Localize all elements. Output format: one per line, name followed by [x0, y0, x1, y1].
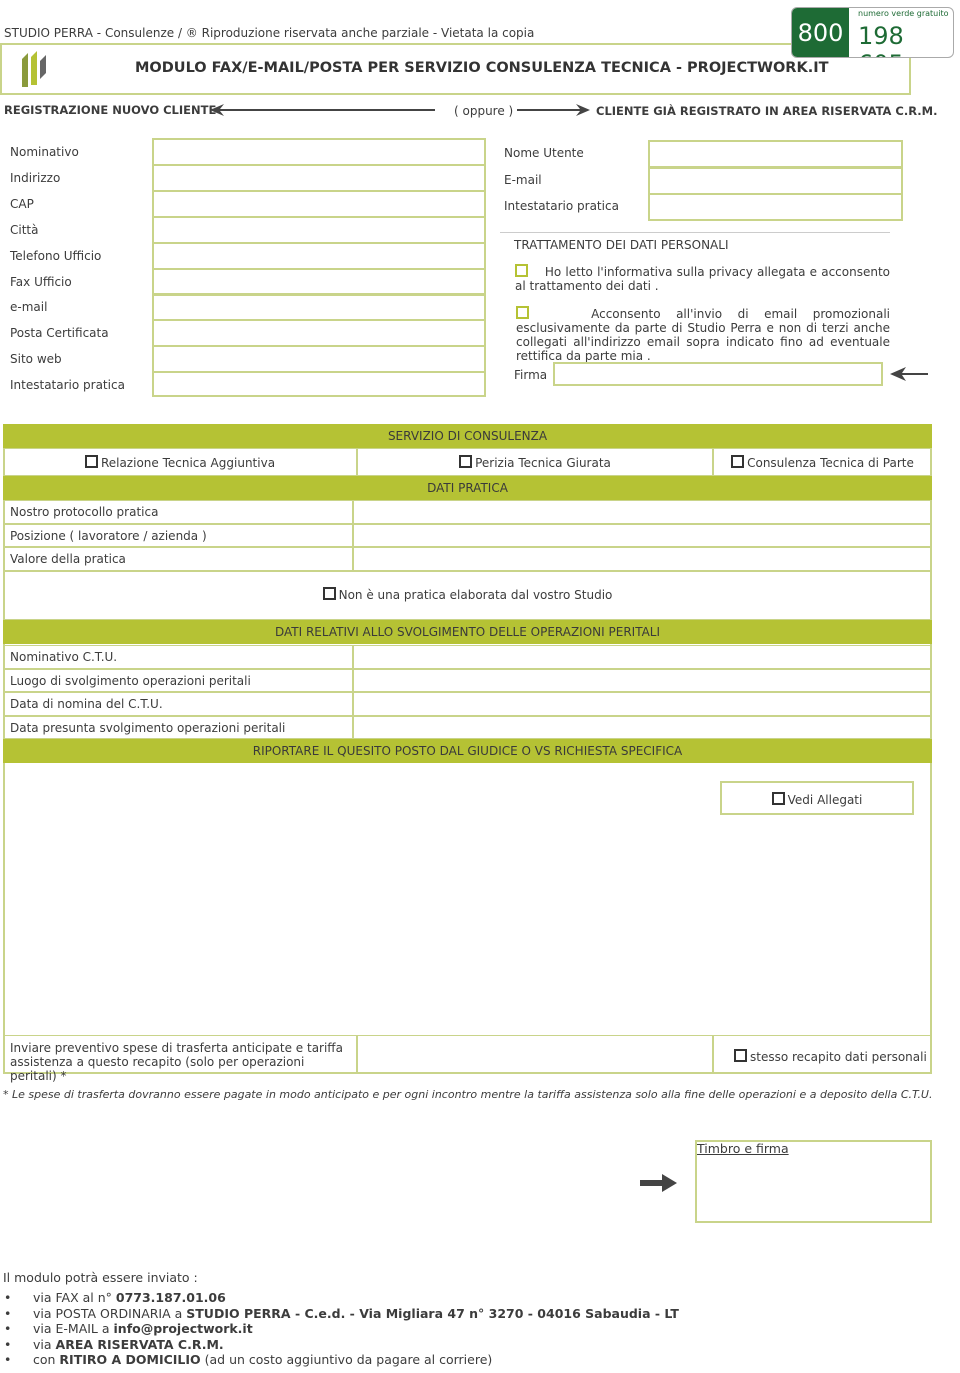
field-label: Indirizzo	[10, 170, 61, 185]
field-input[interactable]	[648, 193, 903, 221]
header-notice: STUDIO PERRA - Consulenze / ® Riproduzio…	[4, 26, 535, 40]
new-client-heading: REGISTRAZIONE NUOVO CLIENTE	[4, 103, 217, 117]
field-input[interactable]	[152, 215, 486, 244]
service-header: SERVIZIO DI CONSULENZA	[3, 424, 932, 448]
field-label: E-mail	[504, 172, 542, 187]
privacy-consent-text: Ho letto l'informativa sulla privacy all…	[515, 265, 891, 293]
phone-prefix: 800	[792, 8, 849, 57]
signature-field[interactable]	[553, 362, 883, 386]
field-label: Città	[10, 222, 39, 237]
field-label: Intestatario pratica	[10, 378, 125, 393]
practice-header: DATI PRATICA	[3, 476, 932, 500]
divider	[500, 232, 890, 233]
row-input[interactable]	[353, 523, 932, 548]
row-input[interactable]	[353, 645, 932, 669]
stamp-label: Timbro e firma	[697, 1141, 789, 1156]
send-option: • via E-MAIL a info@projectwork.it	[4, 1321, 253, 1337]
field-label: Fax Ufficio	[10, 274, 72, 289]
field-input[interactable]	[152, 293, 486, 322]
checkbox[interactable]	[734, 1049, 747, 1062]
row-label: Valore della pratica	[3, 547, 353, 572]
not-ours-row: Non è una pratica elaborata dal vostro S…	[3, 571, 932, 620]
operations-header: DATI RELATIVI ALLO SVOLGIMENTO DELLE OPE…	[3, 620, 932, 644]
row-label: Data di nomina del C.T.U.	[3, 692, 353, 716]
stamp-field[interactable]: Timbro e firma	[695, 1140, 932, 1223]
toll-free-badge: 800 numero verde gratuito 198 605	[791, 7, 954, 58]
field-label: Sito web	[10, 352, 62, 367]
field-input[interactable]	[152, 345, 486, 374]
checkbox[interactable]	[731, 455, 745, 468]
row-input[interactable]	[353, 668, 932, 692]
field-input[interactable]	[152, 241, 486, 270]
attachments-option[interactable]: Vedi Allegati	[720, 781, 914, 815]
marketing-checkbox[interactable]	[516, 306, 529, 319]
service-option[interactable]: Perizia Tecnica Giurata	[357, 448, 713, 476]
row-input[interactable]	[353, 715, 932, 739]
marketing-consent-text: Acconsento all'invio di email promoziona…	[516, 307, 890, 363]
field-input[interactable]	[152, 267, 486, 296]
or-label: ( oppure )	[454, 104, 514, 118]
field-label: Nome Utente	[504, 146, 584, 160]
not-ours-checkbox[interactable]	[322, 587, 336, 600]
field-input[interactable]	[648, 140, 903, 168]
field-label: CAP	[10, 196, 34, 211]
send-option: • via POSTA ORDINARIA a STUDIO PERRA - C.…	[4, 1305, 679, 1321]
row-label: Nominativo C.T.U.	[3, 645, 353, 669]
row-label: Posizione ( lavoratore / azienda )	[3, 523, 353, 548]
checkbox[interactable]	[84, 455, 98, 468]
row-input[interactable]	[353, 500, 932, 524]
question-header: RIPORTARE IL QUESITO POSTO DAL GIUDICE O…	[3, 739, 932, 763]
privacy-title: TRATTAMENTO DEI DATI PERSONALI	[514, 238, 729, 252]
row-input[interactable]	[353, 547, 932, 572]
marketing-consent: Acconsento all'invio di email promoziona…	[516, 306, 890, 363]
service-option[interactable]: Relazione Tecnica Aggiuntiva	[3, 448, 357, 476]
field-label: e-mail	[10, 300, 48, 315]
registered-client-heading: CLIENTE GIÀ REGISTRATO IN AREA RISERVATA…	[596, 104, 938, 118]
row-input[interactable]	[353, 692, 932, 716]
checkbox[interactable]	[459, 455, 473, 468]
row-label: Luogo di svolgimento operazioni peritali	[3, 668, 353, 692]
send-intro: Il modulo potrà essere inviato :	[3, 1270, 198, 1285]
arrow-left-icon	[890, 367, 928, 381]
estimate-label: Inviare preventivo spese di trasferta an…	[3, 1035, 357, 1083]
send-option: • via FAX al n° 0773.187.01.06	[4, 1290, 226, 1305]
checkbox[interactable]	[771, 792, 785, 805]
field-input[interactable]	[152, 319, 486, 348]
arrow-right-icon	[517, 104, 590, 116]
send-option: • con RITIRO A DOMICILIO (ad un costo agg…	[4, 1352, 493, 1368]
field-input[interactable]	[152, 163, 486, 192]
phone-number: 198 605	[858, 22, 904, 57]
field-label: Posta Certificata	[10, 326, 109, 341]
privacy-consent: Ho letto l'informativa sulla privacy all…	[515, 264, 890, 293]
field-input[interactable]	[152, 138, 486, 166]
signature-label: Firma	[514, 368, 548, 382]
field-label: Telefono Ufficio	[10, 248, 102, 263]
title-box: MODULO FAX/E-MAIL/POSTA PER SERVIZIO CON…	[0, 43, 911, 95]
estimate-field[interactable]	[357, 1035, 713, 1074]
field-label: Intestatario pratica	[504, 199, 619, 213]
send-option: • via AREA RISERVATA C.R.M.	[4, 1336, 224, 1352]
footnote: * Le spese di trasferta dovranno essere …	[3, 1088, 933, 1101]
field-input[interactable]	[152, 189, 486, 218]
page-title: MODULO FAX/E-MAIL/POSTA PER SERVIZIO CON…	[135, 60, 829, 76]
field-input[interactable]	[648, 166, 903, 195]
service-option[interactable]: Consulenza Tecnica di Parte	[713, 448, 932, 476]
row-label: Data presunta svolgimento operazioni per…	[3, 715, 353, 739]
same-address-option[interactable]: stesso recapito dati personali	[713, 1035, 932, 1074]
phone-caption: numero verde gratuito	[858, 9, 949, 18]
privacy-checkbox[interactable]	[515, 264, 528, 277]
field-label: Nominativo	[10, 145, 79, 159]
arrow-left-icon	[210, 104, 435, 116]
field-input[interactable]	[152, 371, 486, 398]
row-label: Nostro protocollo pratica	[3, 500, 353, 524]
arrow-right-icon	[640, 1174, 677, 1192]
logo-icon	[22, 51, 46, 87]
